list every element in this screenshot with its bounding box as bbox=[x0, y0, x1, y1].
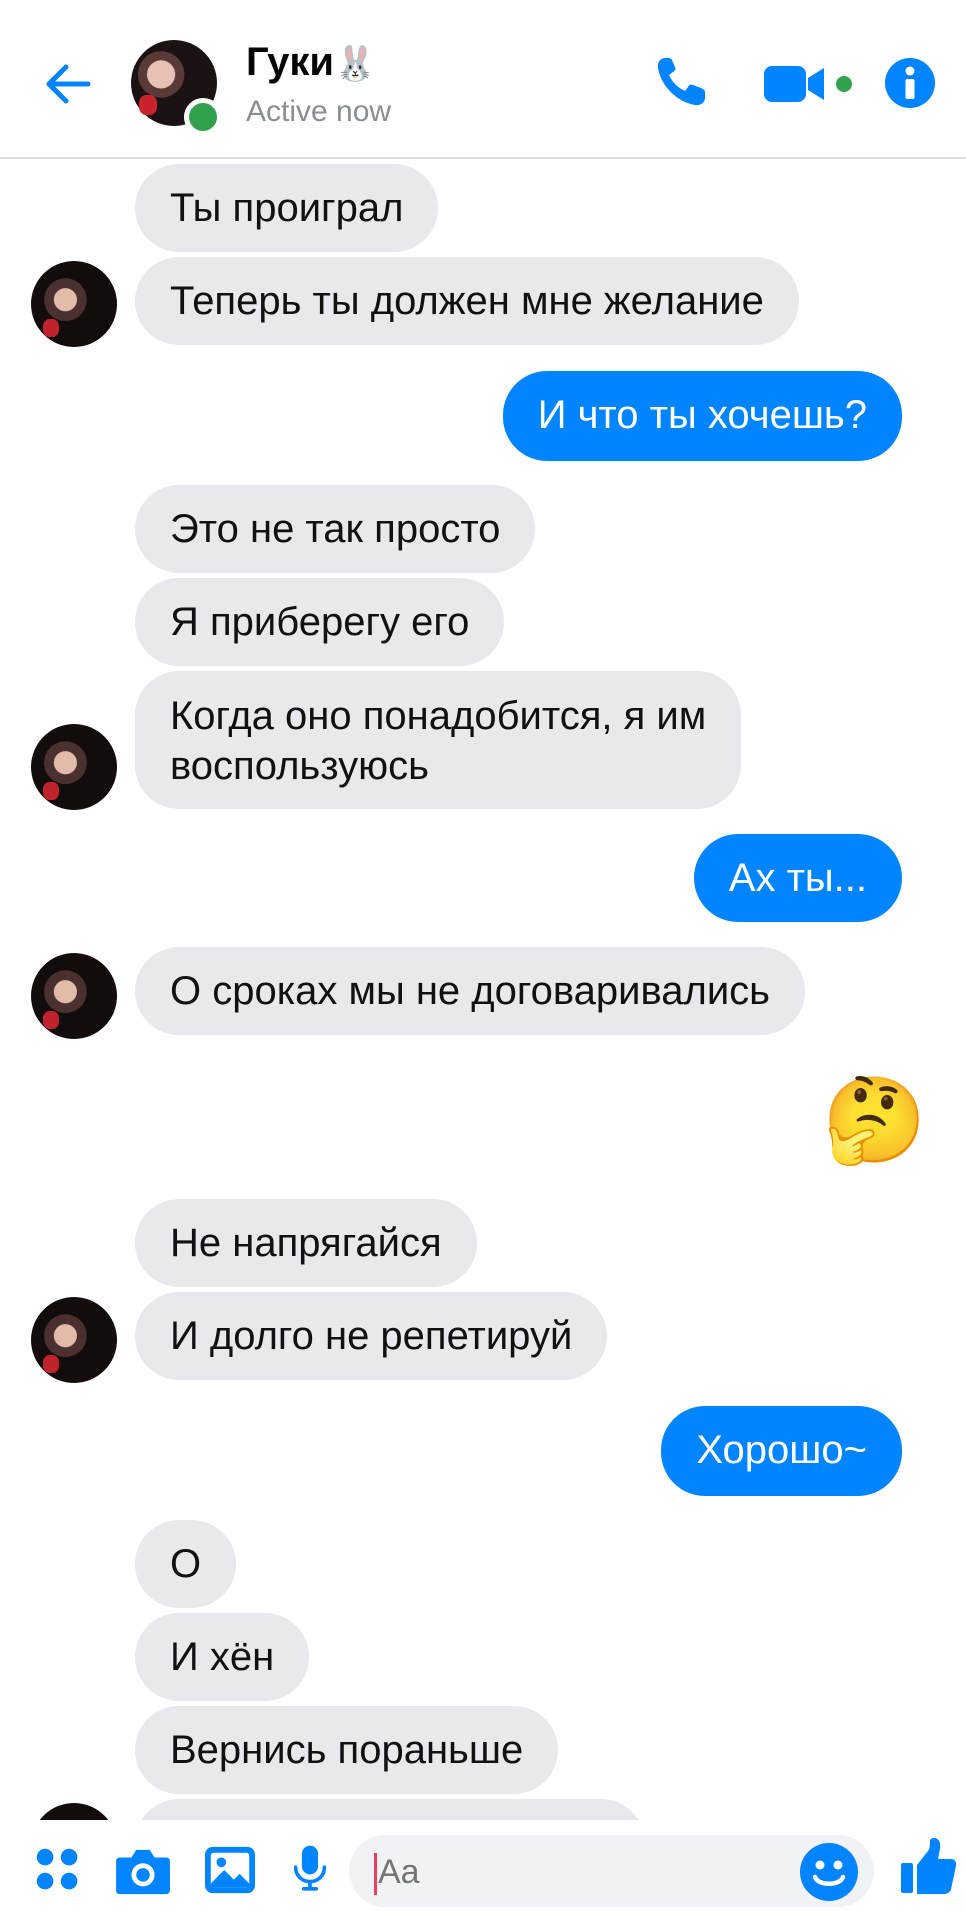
contact-status: Active now bbox=[246, 95, 392, 128]
message-text: Ты проиграл bbox=[170, 186, 404, 230]
info-icon[interactable] bbox=[884, 57, 936, 109]
video-call-icon[interactable] bbox=[762, 62, 858, 106]
outgoing-message[interactable]: И что ты хочешь? bbox=[502, 371, 902, 461]
incoming-message[interactable]: Не напрягайся bbox=[135, 1199, 477, 1287]
incoming-message[interactable]: Это не так просто bbox=[135, 485, 536, 573]
back-arrow-icon[interactable] bbox=[40, 56, 96, 112]
incoming-message[interactable]: Теперь ты должен мне желание bbox=[135, 257, 799, 345]
message-text: Это не так просто bbox=[170, 507, 501, 551]
incoming-message[interactable]: И долго не репетируй bbox=[135, 1292, 608, 1380]
chat-header: Гуки🐰 Active now bbox=[0, 0, 966, 159]
contact-name[interactable]: Гуки🐰 bbox=[246, 38, 376, 88]
camera-icon[interactable] bbox=[114, 1846, 172, 1896]
thinking-face-emoji[interactable]: 🤔 bbox=[822, 1075, 927, 1165]
incoming-message[interactable]: Когда оно понадобится, я им воспользуюсь bbox=[135, 671, 742, 809]
message-text: И хён bbox=[170, 1635, 275, 1679]
message-text: Вернись пораньше bbox=[170, 1728, 524, 1772]
message-text: Ах ты... bbox=[728, 856, 867, 900]
sender-avatar[interactable] bbox=[31, 953, 117, 1039]
outgoing-message[interactable]: Ах ты... bbox=[693, 834, 902, 922]
active-status-dot bbox=[184, 98, 222, 136]
incoming-message[interactable]: И хён bbox=[135, 1613, 310, 1701]
more-actions-icon[interactable] bbox=[34, 1846, 82, 1894]
message-text: И долго не репетируй bbox=[170, 1314, 573, 1358]
sender-avatar[interactable] bbox=[31, 1803, 117, 1820]
incoming-message[interactable]: Ты проиграл bbox=[135, 164, 439, 252]
phone-call-icon[interactable] bbox=[651, 52, 711, 112]
text-caret bbox=[374, 1853, 377, 1895]
incoming-message-partial[interactable] bbox=[135, 1799, 645, 1820]
sender-avatar[interactable] bbox=[31, 1297, 117, 1383]
outgoing-message[interactable]: Хорошо~ bbox=[661, 1406, 902, 1496]
contact-name-text: Гуки bbox=[246, 40, 335, 84]
message-text-line: воспользуюсь bbox=[170, 744, 429, 788]
message-text: О сроках мы не договаривались bbox=[170, 969, 771, 1013]
incoming-message[interactable]: О bbox=[135, 1520, 237, 1608]
incoming-message[interactable]: О сроках мы не договаривались bbox=[135, 947, 806, 1035]
gallery-icon[interactable] bbox=[203, 1845, 257, 1895]
thumbs-up-icon[interactable] bbox=[898, 1836, 958, 1898]
incoming-message[interactable]: Вернись пораньше bbox=[135, 1706, 559, 1794]
message-text: О bbox=[170, 1542, 202, 1586]
sender-avatar[interactable] bbox=[31, 724, 117, 810]
message-composer bbox=[0, 1820, 966, 1920]
emoji-picker-icon[interactable] bbox=[799, 1842, 859, 1902]
message-text: Я приберегу его bbox=[170, 600, 470, 644]
microphone-icon[interactable] bbox=[292, 1842, 328, 1896]
message-text: И что ты хочешь? bbox=[537, 393, 867, 437]
message-text-line: Когда оно понадобится, я им bbox=[170, 694, 707, 738]
rabbit-emoji: 🐰 bbox=[334, 45, 377, 83]
message-input[interactable] bbox=[378, 1850, 678, 1894]
sender-avatar[interactable] bbox=[31, 261, 117, 347]
message-text: Не напрягайся bbox=[170, 1221, 442, 1265]
message-thread[interactable]: Ты проиграл Теперь ты должен мне желание… bbox=[0, 159, 966, 1820]
message-text: Хорошо~ bbox=[696, 1428, 867, 1472]
incoming-message[interactable]: Я приберегу его bbox=[135, 578, 505, 666]
message-text: Теперь ты должен мне желание bbox=[170, 279, 764, 323]
